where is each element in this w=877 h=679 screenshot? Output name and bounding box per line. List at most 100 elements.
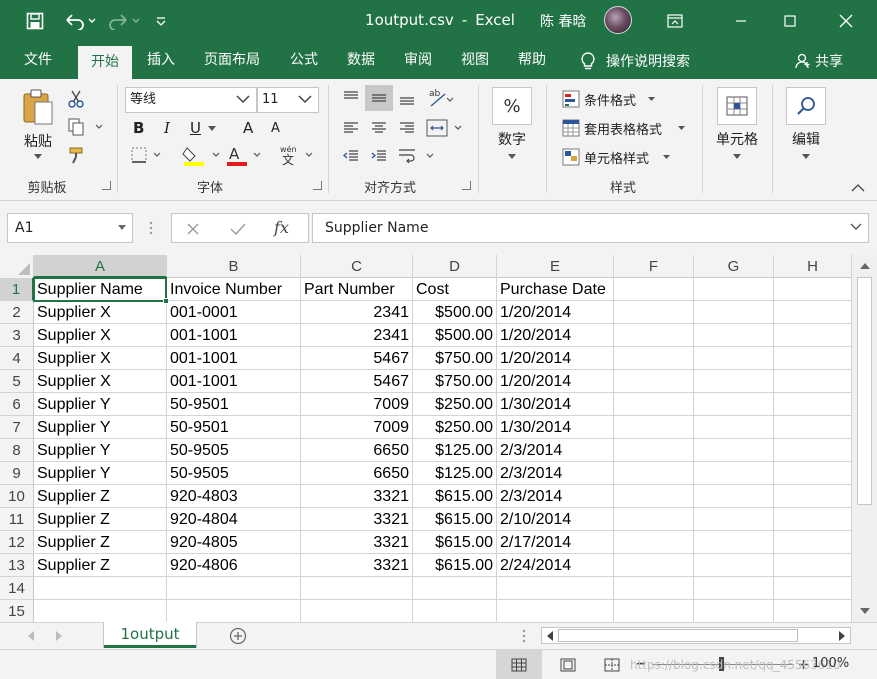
cell-f14[interactable]: [614, 577, 694, 600]
cell-h1[interactable]: [774, 278, 852, 301]
cell-b10[interactable]: 920-4803: [167, 485, 301, 508]
minimize-button[interactable]: [718, 0, 764, 42]
enter-icon[interactable]: [228, 220, 248, 238]
cell-f5[interactable]: [614, 370, 694, 393]
cut-icon[interactable]: [65, 89, 87, 109]
italic-button[interactable]: I: [164, 119, 170, 137]
editing-dropdown-icon[interactable]: [800, 151, 812, 161]
cell-e12[interactable]: 2/17/2014: [497, 531, 614, 554]
maximize-button[interactable]: [767, 0, 813, 42]
cell-d2[interactable]: $500.00: [413, 301, 497, 324]
paste-label[interactable]: 粘贴: [18, 131, 58, 151]
row-header[interactable]: 2: [0, 301, 34, 324]
decrease-indent-icon[interactable]: [340, 145, 362, 167]
cell-c2[interactable]: 2341: [301, 301, 413, 324]
column-header-a[interactable]: A: [34, 255, 167, 278]
alignment-launcher-icon[interactable]: [462, 181, 471, 190]
cell-a5[interactable]: Supplier X: [34, 370, 167, 393]
scroll-right-icon[interactable]: [836, 630, 848, 642]
font-color-icon[interactable]: A: [224, 143, 264, 167]
cell-d3[interactable]: $500.00: [413, 324, 497, 347]
cell-a3[interactable]: Supplier X: [34, 324, 167, 347]
cell-g12[interactable]: [694, 531, 774, 554]
phonetic-guide-icon[interactable]: wén 文: [276, 143, 316, 167]
worksheet-grid[interactable]: A B C D E F G H 1 Supplier Name Invoice Nu…: [0, 255, 877, 623]
cell-d9[interactable]: $125.00: [413, 462, 497, 485]
orientation-icon[interactable]: ab: [426, 85, 456, 111]
tab-formulas[interactable]: 公式: [281, 42, 327, 79]
cell-d15[interactable]: [413, 600, 497, 623]
normal-view-icon[interactable]: [496, 650, 542, 679]
cells-icon[interactable]: [717, 87, 757, 125]
cell-e1[interactable]: Purchase Date: [497, 278, 614, 301]
horizontal-scrollbar[interactable]: [541, 627, 851, 644]
font-size-select[interactable]: 11: [257, 87, 319, 113]
cell-a6[interactable]: Supplier Y: [34, 393, 167, 416]
cell-h2[interactable]: [774, 301, 852, 324]
cancel-icon[interactable]: [184, 220, 202, 238]
cell-e3[interactable]: 1/20/2014: [497, 324, 614, 347]
cell-c6[interactable]: 7009: [301, 393, 413, 416]
vertical-scrollbar[interactable]: [851, 255, 877, 622]
number-dropdown-icon[interactable]: [506, 151, 518, 161]
cell-g7[interactable]: [694, 416, 774, 439]
cell-g6[interactable]: [694, 393, 774, 416]
cell-d8[interactable]: $125.00: [413, 439, 497, 462]
cell-e15[interactable]: [497, 600, 614, 623]
borders-icon[interactable]: [128, 145, 164, 165]
align-bottom-icon[interactable]: [396, 87, 418, 109]
shrink-font-button[interactable]: A: [271, 121, 280, 136]
cell-b11[interactable]: 920-4804: [167, 508, 301, 531]
cell-e13[interactable]: 2/24/2014: [497, 554, 614, 577]
zoom-level[interactable]: 100%: [812, 656, 849, 671]
cell-c14[interactable]: [301, 577, 413, 600]
sheet-tab-1output[interactable]: 1output: [104, 622, 196, 648]
bold-button[interactable]: B: [133, 119, 144, 137]
cell-c5[interactable]: 5467: [301, 370, 413, 393]
row-header[interactable]: 4: [0, 347, 34, 370]
cell-f13[interactable]: [614, 554, 694, 577]
cell-f10[interactable]: [614, 485, 694, 508]
clipboard-launcher-icon[interactable]: [102, 181, 111, 190]
font-name-select[interactable]: 等线: [125, 87, 257, 113]
cell-h4[interactable]: [774, 347, 852, 370]
row-header[interactable]: 1: [0, 278, 34, 301]
cell-d12[interactable]: $615.00: [413, 531, 497, 554]
cell-c12[interactable]: 3321: [301, 531, 413, 554]
save-icon[interactable]: [22, 8, 48, 34]
cell-b3[interactable]: 001-1001: [167, 324, 301, 347]
cell-b6[interactable]: 50-9501: [167, 393, 301, 416]
prev-sheet-icon[interactable]: [24, 629, 38, 643]
row-header[interactable]: 8: [0, 439, 34, 462]
cell-h11[interactable]: [774, 508, 852, 531]
tab-home[interactable]: 开始: [78, 46, 132, 79]
share-button[interactable]: 共享: [795, 42, 843, 79]
cell-g4[interactable]: [694, 347, 774, 370]
cell-b7[interactable]: 50-9501: [167, 416, 301, 439]
cell-f11[interactable]: [614, 508, 694, 531]
paste-dropdown-icon[interactable]: [32, 151, 44, 161]
tab-page-layout[interactable]: 页面布局: [194, 42, 270, 79]
cell-d4[interactable]: $750.00: [413, 347, 497, 370]
cells-label[interactable]: 单元格: [706, 129, 768, 149]
select-all-button[interactable]: [0, 255, 34, 278]
customize-qat-icon[interactable]: [148, 8, 174, 34]
cell-g3[interactable]: [694, 324, 774, 347]
column-header-d[interactable]: D: [413, 255, 497, 278]
collapse-ribbon-icon[interactable]: [848, 179, 868, 195]
scroll-down-icon[interactable]: [857, 603, 873, 619]
cell-c13[interactable]: 3321: [301, 554, 413, 577]
column-header-g[interactable]: G: [694, 255, 774, 278]
column-header-c[interactable]: C: [301, 255, 413, 278]
undo-icon[interactable]: [60, 8, 98, 34]
row-header[interactable]: 7: [0, 416, 34, 439]
row-header[interactable]: 14: [0, 577, 34, 600]
font-launcher-icon[interactable]: [313, 181, 322, 190]
underline-dropdown-icon[interactable]: [206, 123, 218, 133]
cell-f15[interactable]: [614, 600, 694, 623]
add-sheet-icon[interactable]: [228, 626, 248, 646]
format-as-table-icon[interactable]: [560, 118, 582, 138]
formula-input[interactable]: Supplier Name: [312, 213, 869, 243]
row-header[interactable]: 12: [0, 531, 34, 554]
column-header-f[interactable]: F: [614, 255, 694, 278]
